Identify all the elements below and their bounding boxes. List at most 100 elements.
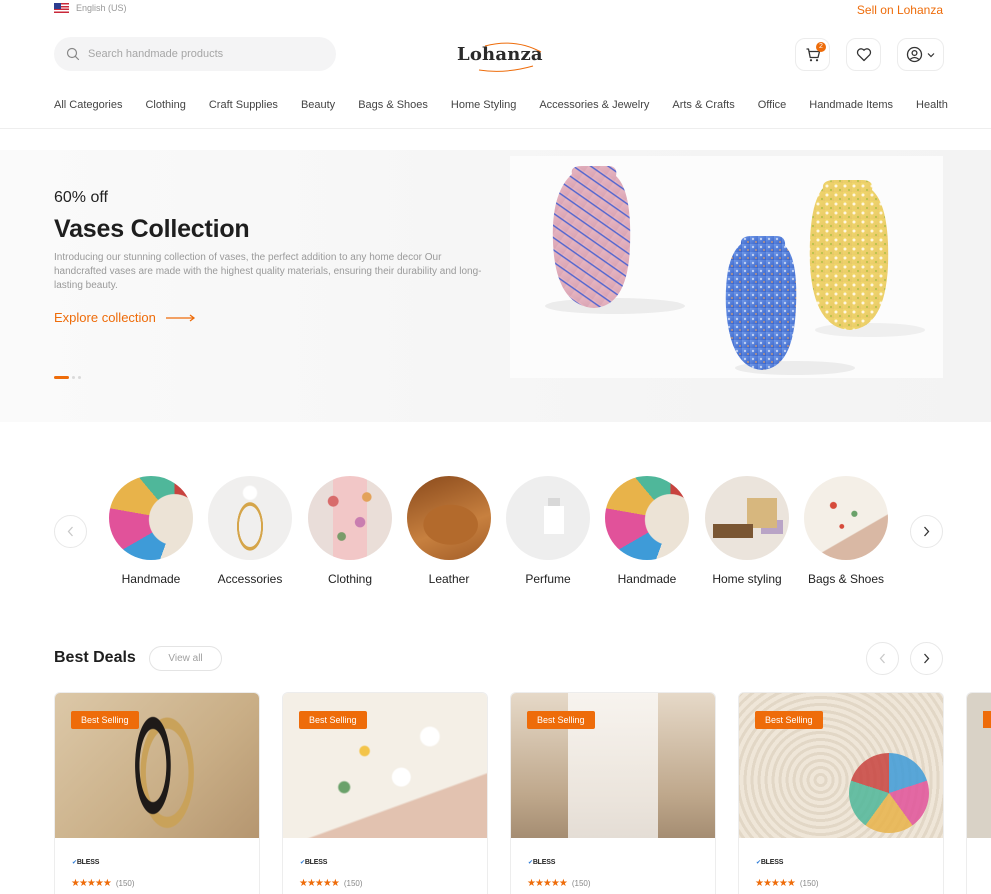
best-selling-badge: Best Selling [299, 711, 367, 729]
category-label: Handmade [121, 572, 181, 586]
nav-item-clothing[interactable]: Clothing [145, 99, 185, 111]
leather-pouch-image [407, 476, 491, 560]
star-rating-icon: ★★★★★ [71, 878, 112, 889]
product-card[interactable]: Best Selling ✔BLESS ★★★★★ (150) [738, 692, 944, 894]
category-bags-shoes[interactable]: Bags & Shoes [801, 476, 891, 586]
partial-product-image [967, 693, 991, 838]
lohanza-logo[interactable]: Lohanza [455, 40, 545, 74]
search-icon [66, 47, 80, 61]
nav-item-beauty[interactable]: Beauty [301, 99, 335, 111]
rating-count: (150) [571, 879, 591, 888]
logo-text: Lohanza [457, 44, 543, 65]
rating-count: (150) [343, 879, 363, 888]
woven-basket-image: Best Selling [739, 693, 943, 838]
chevron-left-icon [879, 653, 885, 664]
category-clothing[interactable]: Clothing [305, 476, 395, 586]
category-leather[interactable]: Leather [404, 476, 494, 586]
brand-logo: ✔BLESS [72, 859, 100, 866]
nav-item-arts-crafts[interactable]: Arts & Crafts [672, 99, 734, 111]
category-nav: All Categories Clothing Craft Supplies B… [54, 99, 948, 111]
language-label: English (US) [76, 3, 127, 13]
chevron-left-icon [67, 526, 73, 537]
handmade-basket-image [109, 476, 193, 560]
deals-next-button[interactable] [910, 642, 943, 675]
nav-item-accessories-jewelry[interactable]: Accessories & Jewelry [539, 99, 649, 111]
star-rating-icon: ★★★★★ [755, 878, 796, 889]
product-card[interactable]: Best Selling ✔BLESS ★★★★★ (150) [54, 692, 260, 894]
best-selling-badge: Best Selling [527, 711, 595, 729]
category-label: Accessories [217, 572, 283, 586]
best-deals-title: Best Deals [54, 649, 136, 666]
hero-title: Vases Collection [54, 215, 250, 243]
explore-collection-label: Explore collection [54, 310, 156, 325]
carousel-dot[interactable] [72, 376, 75, 379]
categories-next-button[interactable] [910, 515, 943, 548]
view-all-button[interactable]: View all [149, 646, 222, 671]
category-handmade[interactable]: Handmade [106, 476, 196, 586]
rating-count: (150) [115, 879, 135, 888]
deals-prev-button[interactable] [866, 642, 899, 675]
wishlist-button[interactable] [846, 38, 881, 71]
best-selling-badge: Best Selling [71, 711, 139, 729]
glass-bottle-image: Best Selling [511, 693, 715, 838]
clothing-floral-image [308, 476, 392, 560]
nav-item-craft-supplies[interactable]: Craft Supplies [209, 99, 278, 111]
header-divider [0, 128, 991, 129]
chevron-down-icon [927, 52, 935, 57]
category-accessories[interactable]: Accessories [205, 476, 295, 586]
categories-prev-button[interactable] [54, 515, 87, 548]
best-selling-badge: Best Selling [755, 711, 823, 729]
search-bar[interactable] [54, 37, 336, 71]
arrow-right-icon [165, 313, 195, 322]
hero-discount: 60% off [54, 189, 108, 206]
search-input[interactable] [88, 48, 318, 60]
earring-product-image: Best Selling [55, 693, 259, 838]
chevron-right-icon [924, 653, 930, 664]
product-rating: ★★★★★ (150) [527, 878, 591, 889]
nav-item-health[interactable]: Health [916, 99, 948, 111]
cart-button[interactable]: 2 [795, 38, 830, 71]
product-card[interactable]: Best Selling ✔BLESS ★★★★★ (150) [282, 692, 488, 894]
carousel-dot-active[interactable] [54, 376, 69, 379]
home-styling-image [705, 476, 789, 560]
product-rating: ★★★★★ (150) [755, 878, 819, 889]
category-label: Leather [428, 572, 470, 586]
star-rating-icon: ★★★★★ [299, 878, 340, 889]
language-selector[interactable]: English (US) [54, 3, 127, 13]
carousel-indicator [54, 376, 81, 379]
category-perfume[interactable]: Perfume [503, 476, 593, 586]
hero-description: Introducing our stunning collection of v… [54, 252, 482, 291]
best-selling-badge-partial [983, 711, 991, 728]
category-home-styling[interactable]: Home styling [702, 476, 792, 586]
product-card-partial[interactable] [966, 692, 991, 894]
explore-collection-link[interactable]: Explore collection [54, 310, 196, 325]
perfume-bottle-image [506, 476, 590, 560]
hero-banner: 60% off Vases Collection Introducing our… [0, 150, 991, 422]
account-button[interactable] [897, 38, 944, 71]
handmade-basket-image [605, 476, 689, 560]
category-label: Perfume [525, 572, 571, 586]
us-flag-icon [54, 3, 69, 13]
product-rating: ★★★★★ (150) [299, 878, 363, 889]
bags-shoes-image [804, 476, 888, 560]
rating-count: (150) [799, 879, 819, 888]
category-label: Bags & Shoes [807, 572, 885, 586]
nav-item-handmade-items[interactable]: Handmade Items [809, 99, 893, 111]
vases-image [510, 156, 943, 378]
user-icon [906, 46, 923, 63]
product-card[interactable]: Best Selling ✔BLESS ★★★★★ (150) [510, 692, 716, 894]
heart-icon [856, 48, 871, 62]
cart-count-badge: 2 [816, 42, 826, 52]
carousel-dot[interactable] [78, 376, 81, 379]
nav-item-home-styling[interactable]: Home Styling [451, 99, 516, 111]
nav-item-all-categories[interactable]: All Categories [54, 99, 122, 111]
product-rating: ★★★★★ (150) [71, 878, 135, 889]
accessories-earring-image [208, 476, 292, 560]
chevron-right-icon [924, 526, 930, 537]
top-bar: English (US) Sell on Lohanza [0, 0, 991, 22]
floral-pouch-image: Best Selling [283, 693, 487, 838]
category-handmade-2[interactable]: Handmade [602, 476, 692, 586]
nav-item-bags-shoes[interactable]: Bags & Shoes [358, 99, 428, 111]
sell-on-lohanza-link[interactable]: Sell on Lohanza [857, 3, 943, 17]
nav-item-office[interactable]: Office [758, 99, 787, 111]
